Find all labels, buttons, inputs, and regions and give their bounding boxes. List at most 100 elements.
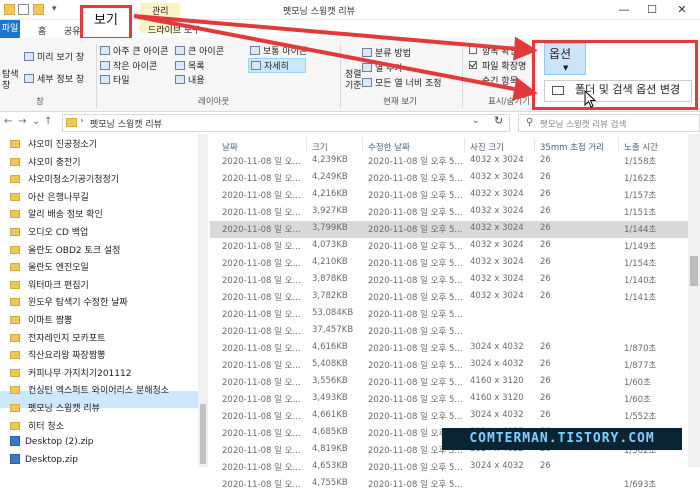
table-row[interactable]: 2020-11-08 일 오... 4,239KB 2020-11-08 일 오후 … (210, 153, 688, 170)
nav-item-folder[interactable]: 샤오미청소기공기청정기 (10, 172, 119, 189)
table-cell: 4,216KB (312, 189, 348, 199)
column-header-date[interactable]: 날짜 (222, 141, 238, 153)
table-cell: 4032 x 3024 (470, 223, 524, 233)
table-cell: 1/144초 (624, 225, 657, 235)
nav-item-folder[interactable]: 커피나무 가지치기201112 (10, 366, 131, 383)
chevron-down-icon[interactable]: ⌄ (472, 116, 480, 126)
breadcrumb[interactable]: 펫모닝 스윙캣 리뷰 (90, 117, 162, 130)
nav-item-folder[interactable]: 펫모닝 스윙캣 리뷰 (10, 401, 100, 418)
forward-icon[interactable]: → (18, 116, 26, 127)
nav-item-label: 전자레인지 모카포트 (28, 333, 106, 344)
column-header-size[interactable]: 크기 (312, 141, 328, 153)
nav-item-folder[interactable]: 아산 은행나무길 (10, 190, 89, 207)
column-header-exposure[interactable]: 노출 시간 (624, 141, 658, 153)
table-row[interactable]: 2020-11-08 일 오... 4,616KB 2020-11-08 일 오후 … (210, 340, 688, 357)
nav-item-folder[interactable]: 올란도 엔진오일 (10, 260, 89, 277)
table-cell: 2020-11-08 일 오... (222, 310, 301, 320)
table-row[interactable]: 2020-11-08 일 오... 4,755KB 2020-11-08 일 오후 … (210, 476, 688, 493)
table-cell: 2020-11-08 일 오후 5... (368, 395, 463, 405)
table-cell: 2020-11-08 일 오후 5... (368, 480, 463, 490)
nav-item-folder[interactable]: 올란도 OBD2 토크 설정 (10, 243, 120, 260)
table-cell: 26 (540, 342, 551, 352)
table-row[interactable]: 2020-11-08 일 오... 5,408KB 2020-11-08 일 오후 … (210, 357, 688, 374)
table-cell: 2020-11-08 일 오후 5... (368, 378, 463, 388)
nav-item-label: 윈도우 탐색기 수정한 날짜 (28, 298, 128, 309)
table-row[interactable]: 2020-11-08 일 오... 37,457KB 2020-11-08 일 오후… (210, 323, 688, 340)
column-header-modified[interactable]: 수정한 날짜 (368, 141, 410, 153)
table-row[interactable]: 2020-11-08 일 오... 3,782KB 2020-11-08 일 오후 … (210, 289, 688, 306)
table-cell: 26 (540, 155, 551, 165)
nav-item-folder[interactable]: 컨싱턴 엑스퍼트 와이어리스 분해청소 (10, 383, 169, 400)
table-row[interactable]: 2020-11-08 일 오... 4,249KB 2020-11-08 일 오후 … (210, 170, 688, 187)
table-cell: 4032 x 3024 (470, 155, 524, 165)
back-icon[interactable]: ← (4, 116, 12, 127)
nav-item-folder[interactable]: 이마트 짬뽕 (10, 313, 72, 330)
zip-file-icon (10, 436, 20, 447)
refresh-icon[interactable]: ↻ (494, 114, 503, 127)
table-row[interactable]: 2020-11-08 일 오... 53,084KB 2020-11-08 일 오후… (210, 306, 688, 323)
table-cell: 2020-11-08 일 오후 5... (368, 310, 463, 320)
table-row[interactable]: 2020-11-08 일 오... 4,073KB 2020-11-08 일 오후 … (210, 238, 688, 255)
table-cell: 1/141초 (624, 293, 657, 303)
column-header-dimensions[interactable]: 사진 크기 (470, 141, 504, 153)
nav-item-zip[interactable]: Desktop (2).zip (10, 436, 94, 453)
nav-item-label: 펫모닝 스윙캣 리뷰 (28, 404, 100, 414)
nav-item-label: 오디오 CD 백업 (28, 228, 89, 238)
file-scrollbar-thumb[interactable] (690, 256, 698, 286)
nav-item-label: 직산요리왕 짜장짬뽕 (28, 351, 106, 362)
nav-item-zip[interactable]: Desktop.zip (10, 453, 78, 471)
search-placeholder: 펫모닝 스윙캣 리뷰 검색 (540, 120, 627, 130)
table-cell: 2020-11-08 일 오후 5... (368, 327, 463, 337)
watermark: COMTERMAN.TISTORY.COM (442, 428, 682, 450)
table-cell: 26 (540, 240, 551, 250)
nav-item-folder[interactable]: 직산요리왕 짜장짬뽕 (10, 348, 105, 365)
folder-icon (10, 368, 20, 377)
nav-item-folder[interactable]: 오디오 CD 백업 (10, 225, 88, 242)
table-row[interactable]: 2020-11-08 일 오... 3,878KB 2020-11-08 일 오후 … (210, 272, 688, 289)
nav-item-folder[interactable]: 전자레인지 모카포트 (10, 331, 105, 348)
nav-item-label: Desktop (2).zip (25, 437, 94, 448)
table-cell: 2020-11-08 일 오... (222, 327, 301, 337)
table-cell: 3,556KB (312, 376, 348, 386)
nav-item-folder[interactable]: 윈도우 탐색기 수정한 날짜 (10, 295, 128, 312)
divider (618, 138, 619, 152)
table-cell: 3,782KB (312, 291, 348, 301)
table-row[interactable]: 2020-11-08 일 오... 3,799KB 2020-11-08 일 오후 … (210, 221, 688, 238)
table-cell: 3,927KB (312, 206, 348, 216)
table-cell: 5,408KB (312, 359, 348, 369)
table-row[interactable]: 2020-11-08 일 오... 4,210KB 2020-11-08 일 오후 … (210, 255, 688, 272)
column-header-focal-length[interactable]: 35mm 초점 거리 (540, 141, 604, 153)
table-cell: 26 (540, 257, 551, 267)
nav-scrollbar-thumb[interactable] (200, 404, 206, 464)
nav-item-folder[interactable]: 히터 청소 (10, 419, 64, 436)
table-row[interactable]: 2020-11-08 일 오... 4,216KB 2020-11-08 일 오후 … (210, 187, 688, 204)
up-icon[interactable]: ↑ (44, 116, 52, 127)
table-cell: 2020-11-08 일 오후 5... (368, 276, 463, 286)
divider (464, 138, 465, 152)
nav-item-label: 올란도 엔진오일 (28, 263, 89, 274)
table-row[interactable]: 2020-11-08 일 오... 4,661KB 2020-11-08 일 오후 … (210, 408, 688, 425)
table-row[interactable]: 2020-11-08 일 오... 3,493KB 2020-11-08 일 오후 … (210, 391, 688, 408)
nav-item-label: 히터 청소 (28, 421, 64, 432)
nav-item-folder[interactable]: 샤오미 충전기 (10, 155, 81, 172)
file-scrollbar[interactable] (688, 134, 700, 467)
table-cell: 1/158초 (624, 157, 657, 167)
nav-item-folder[interactable]: 워터마크 편집기 (10, 278, 89, 295)
nav-item-folder[interactable]: 샤오미 진공청소기 (10, 137, 97, 154)
chevron-down-icon[interactable]: ⌄ (32, 116, 40, 127)
nav-item-label: 올란도 OBD2 토크 설정 (28, 245, 121, 256)
table-cell: 3,878KB (312, 274, 348, 284)
table-cell: 3024 x 4032 (470, 359, 524, 369)
nav-item-label: 알리 배송 정보 확인 (28, 210, 103, 221)
nav-item-label: 샤오미 진공청소기 (28, 140, 98, 150)
table-row[interactable]: 2020-11-08 일 오... 4,653KB 2020-11-08 일 오후 … (210, 459, 688, 476)
nav-item-folder[interactable]: 알리 배송 정보 확인 (10, 207, 103, 224)
table-cell: 2020-11-08 일 오... (222, 276, 301, 286)
nav-item-label: Desktop.zip (25, 454, 78, 465)
table-row[interactable]: 2020-11-08 일 오... 3,927KB 2020-11-08 일 오후 … (210, 204, 688, 221)
table-cell: 2020-11-08 일 오후 5... (368, 259, 463, 269)
table-cell: 4,661KB (312, 410, 348, 420)
table-cell: 4,249KB (312, 172, 348, 182)
table-row[interactable]: 2020-11-08 일 오... 3,556KB 2020-11-08 일 오후 … (210, 374, 688, 391)
table-cell: 2020-11-08 일 오... (222, 242, 301, 252)
